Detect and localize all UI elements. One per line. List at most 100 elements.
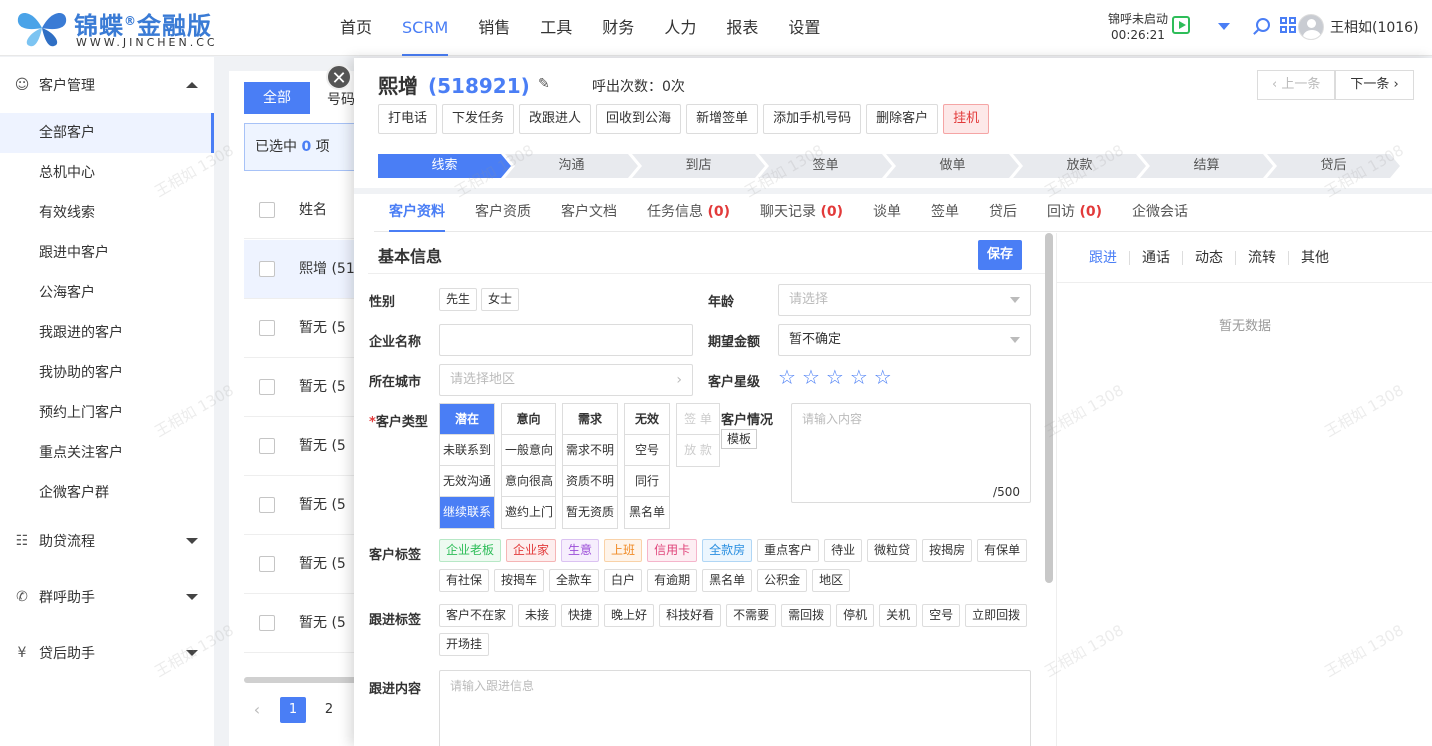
hang-up-button[interactable]: 挂机 (943, 104, 990, 134)
follow-tag-chip[interactable]: 开场挂 (439, 633, 490, 656)
star-rating[interactable]: ☆ ☆ ☆ ☆ ☆ (778, 367, 892, 387)
type-demand[interactable]: 需求 (563, 404, 617, 435)
follow-tag-chip[interactable]: 关机 (879, 604, 918, 627)
tab-documents[interactable]: 客户文档 (546, 194, 632, 231)
type-option[interactable]: 邀约上门 (502, 497, 555, 528)
sidebar-item-switchboard[interactable]: 总机中心 (0, 153, 214, 193)
type-option[interactable]: 黑名单 (625, 497, 669, 528)
sidebar-item-my-following[interactable]: 我跟进的客户 (0, 313, 214, 353)
type-option[interactable]: 无效沟通 (440, 466, 494, 497)
prev-page-icon[interactable]: ‹ (244, 697, 270, 723)
type-option[interactable]: 继续联系 (440, 497, 494, 528)
next-record-button[interactable]: 下一条 › (1335, 70, 1414, 100)
recycle-to-pool-button[interactable]: 回收到公海 (596, 104, 682, 134)
type-intent[interactable]: 意向 (502, 404, 555, 435)
tab-customer-info[interactable]: 客户资料 (374, 194, 460, 232)
type-invalid[interactable]: 无效 (625, 404, 669, 435)
apps-grid-icon[interactable] (1280, 17, 1296, 33)
sidebar-item-valid-leads[interactable]: 有效线索 (0, 193, 214, 233)
type-option[interactable]: 未联系到 (440, 435, 494, 466)
follow-tag-chip[interactable]: 快捷 (561, 604, 600, 627)
search-icon[interactable] (1256, 18, 1270, 32)
follow-tag-chip[interactable]: 科技好看 (659, 604, 722, 627)
assign-task-button[interactable]: 下发任务 (442, 104, 515, 134)
tab-post-loan[interactable]: 贷后 (974, 194, 1032, 231)
nav-sales[interactable]: 销售 (463, 0, 525, 56)
sidebar-group-post-loan[interactable]: ¥ 贷后助手 (0, 625, 214, 681)
tag-chip[interactable]: 微粒贷 (867, 539, 918, 562)
follow-tag-chip[interactable]: 立即回拨 (965, 604, 1028, 627)
row-checkbox[interactable] (259, 438, 275, 454)
nav-finance[interactable]: 财务 (587, 0, 649, 56)
sidebar-item-key-focus[interactable]: 重点关注客户 (0, 433, 214, 473)
sidebar-item-all-customers[interactable]: 全部客户 (0, 113, 214, 153)
type-option[interactable]: 同行 (625, 466, 669, 497)
tag-chip[interactable]: 信用卡 (647, 539, 698, 562)
tag-chip[interactable]: 地区 (812, 569, 851, 592)
tag-chip[interactable]: 生意 (561, 539, 600, 562)
step-process[interactable]: 做单 (886, 154, 1019, 178)
row-checkbox[interactable] (259, 556, 275, 572)
follow-tag-chip[interactable]: 不需要 (726, 604, 777, 627)
add-phone-button[interactable]: 添加手机号码 (763, 104, 862, 134)
tab-revisit[interactable]: 回访 (0) (1032, 194, 1117, 231)
tag-chip[interactable]: 全款车 (549, 569, 600, 592)
tag-chip[interactable]: 有社保 (439, 569, 490, 592)
step-lead[interactable]: 线索 (378, 154, 511, 178)
nav-settings[interactable]: 设置 (773, 0, 835, 56)
situation-textarea[interactable]: 请输入内容/500 (791, 403, 1031, 503)
row-checkbox[interactable] (259, 320, 275, 336)
tab-calls[interactable]: 通话 (1130, 250, 1183, 265)
sidebar-item-following[interactable]: 跟进中客户 (0, 233, 214, 273)
change-owner-button[interactable]: 改跟进人 (519, 104, 592, 134)
sidebar-group-loan-process[interactable]: ☷ 助贷流程 (0, 513, 214, 569)
follow-tag-chip[interactable]: 晚上好 (604, 604, 655, 627)
tag-chip[interactable]: 按揭房 (922, 539, 973, 562)
type-option[interactable]: 暂无资质 (563, 497, 617, 528)
select-all-checkbox[interactable] (259, 202, 275, 218)
tab-other[interactable]: 其他 (1289, 251, 1341, 265)
step-disburse[interactable]: 放款 (1013, 154, 1146, 178)
gender-female[interactable]: 女士 (481, 288, 520, 311)
city-select[interactable]: 请选择地区 › (439, 364, 693, 396)
tag-chip[interactable]: 重点客户 (757, 539, 820, 562)
follow-tag-chip[interactable]: 客户不在家 (439, 604, 514, 627)
row-checkbox[interactable] (259, 615, 275, 631)
page-1[interactable]: 1 (280, 697, 306, 723)
tag-chip[interactable]: 待业 (824, 539, 863, 562)
add-contract-button[interactable]: 新增签单 (686, 104, 759, 134)
step-settle[interactable]: 结算 (1140, 154, 1273, 178)
tab-all[interactable]: 全部 (244, 82, 310, 114)
edit-pencil-icon[interactable]: ✎ (538, 77, 552, 91)
age-select[interactable]: 请选择 (778, 284, 1031, 316)
sidebar-item-appointments[interactable]: 预约上门客户 (0, 393, 214, 433)
sidebar-item-my-assisting[interactable]: 我协助的客户 (0, 353, 214, 393)
gender-male[interactable]: 先生 (439, 288, 478, 311)
amount-select[interactable]: 暂不确定 (778, 324, 1031, 356)
type-option[interactable]: 需求不明 (563, 435, 617, 466)
tab-number[interactable]: 号码 (327, 89, 355, 109)
sidebar-item-public-pool[interactable]: 公海客户 (0, 273, 214, 313)
tab-activity[interactable]: 动态 (1183, 250, 1236, 265)
step-post-loan[interactable]: 贷后 (1267, 154, 1400, 178)
star-icon[interactable]: ☆ (802, 367, 820, 387)
user-menu[interactable]: 王相如(1016) (1298, 14, 1419, 40)
nav-tools[interactable]: 工具 (525, 0, 587, 56)
star-icon[interactable]: ☆ (826, 367, 844, 387)
follow-tag-chip[interactable]: 停机 (836, 604, 875, 627)
tag-chip[interactable]: 全款房 (702, 539, 753, 562)
type-option[interactable]: 空号 (625, 435, 669, 466)
tag-chip[interactable]: 有逾期 (647, 569, 698, 592)
type-potential[interactable]: 潜在 (440, 404, 494, 435)
tag-chip[interactable]: 企业家 (506, 539, 557, 562)
nav-scrm[interactable]: SCRM (387, 0, 463, 56)
save-button[interactable]: 保存 (978, 240, 1022, 270)
follow-tag-chip[interactable]: 未接 (518, 604, 557, 627)
step-sign[interactable]: 签单 (759, 154, 892, 178)
star-icon[interactable]: ☆ (778, 367, 796, 387)
star-icon[interactable]: ☆ (874, 367, 892, 387)
tag-chip[interactable]: 白户 (604, 569, 643, 592)
step-communicate[interactable]: 沟通 (505, 154, 638, 178)
sidebar-group-group-call[interactable]: ✆ 群呼助手 (0, 569, 214, 625)
tab-chat-log[interactable]: 聊天记录 (0) (745, 194, 858, 231)
